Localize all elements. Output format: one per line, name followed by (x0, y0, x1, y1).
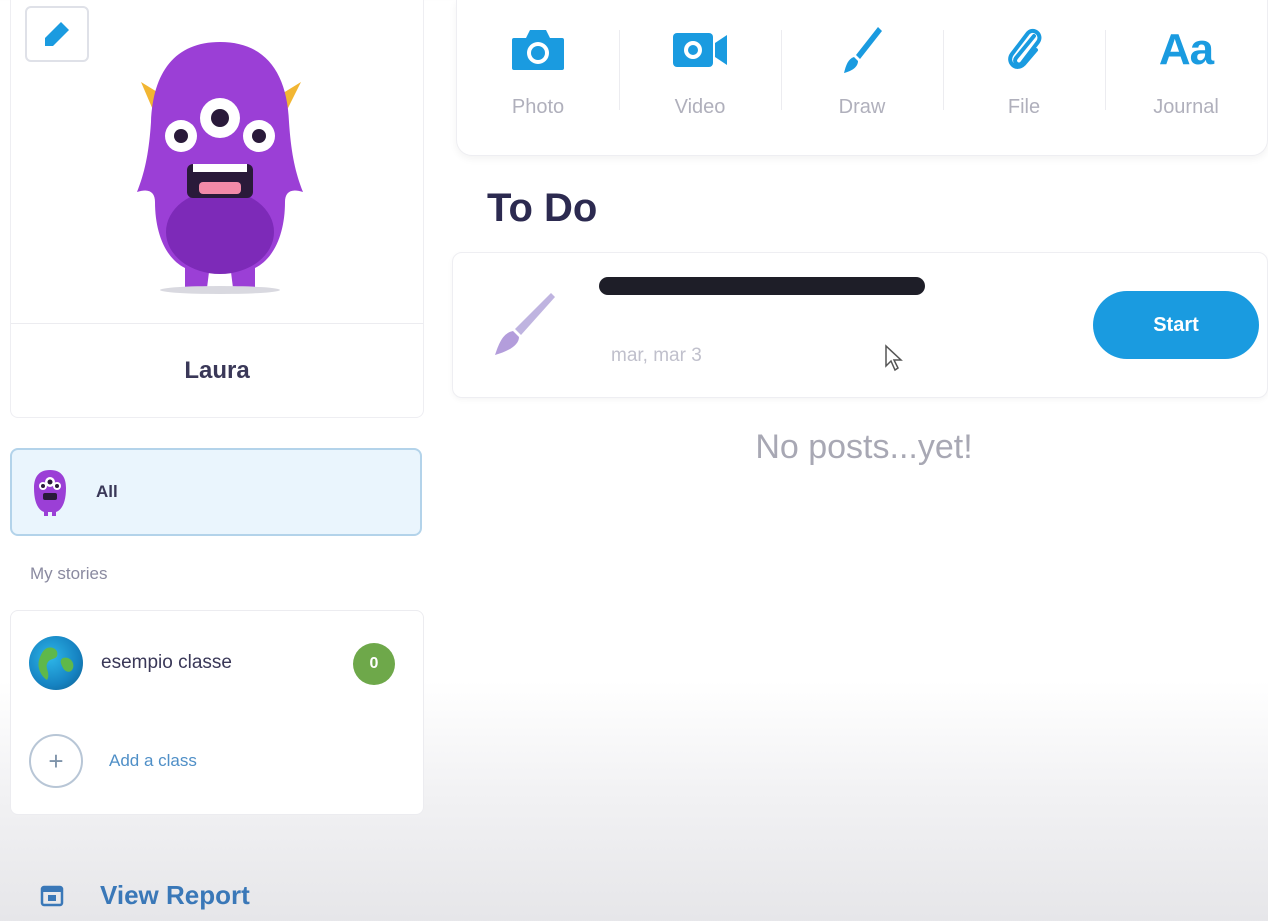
photo-tool-label: Photo (511, 96, 565, 118)
view-report-label: View Report (100, 879, 250, 910)
draw-tool-label: Draw (838, 96, 886, 118)
camera-icon (512, 30, 564, 70)
classes-list-card: esempio classe 0 + Add a class (10, 610, 424, 815)
purple-monster-avatar-small (34, 470, 66, 516)
journal-tool-label: Journal (1153, 96, 1219, 118)
video-camera-icon (673, 33, 727, 67)
photo-tool-button[interactable]: Photo (457, 0, 619, 155)
file-tool-label: File (1007, 96, 1041, 118)
text-icon: Aa (1158, 25, 1214, 74)
todo-activity-name-redacted (599, 277, 925, 295)
start-activity-button[interactable]: Start (1093, 291, 1259, 359)
journal-tool-button[interactable]: Aa Journal (1105, 0, 1267, 155)
draw-tool-button[interactable]: Draw (781, 0, 943, 155)
video-tool-label: Video (674, 96, 726, 118)
my-stories-heading: My stories (30, 564, 108, 583)
filter-all-label: All (96, 482, 118, 501)
calendar-icon (40, 885, 64, 907)
pencil-icon (45, 22, 69, 46)
plus-icon: + (29, 734, 83, 788)
purple-monster-avatar[interactable] (115, 32, 325, 294)
edit-avatar-button[interactable] (25, 6, 89, 62)
feed-empty-message: No posts...yet! (755, 428, 973, 466)
class-name: esempio classe (101, 652, 232, 673)
class-item[interactable]: esempio classe 0 (11, 627, 423, 699)
filter-all-stories[interactable]: All (10, 448, 422, 536)
add-class-label: Add a class (109, 751, 197, 770)
view-report-link[interactable]: View Report (40, 870, 250, 920)
globe-icon (29, 636, 83, 690)
student-profile-card: Laura (10, 0, 424, 418)
todo-heading: To Do (487, 186, 598, 230)
video-tool-button[interactable]: Video (619, 0, 781, 155)
add-class-button[interactable]: + Add a class (11, 731, 423, 791)
avatar-area (11, 0, 423, 324)
class-story-count-badge: 0 (353, 643, 395, 685)
file-tool-button[interactable]: File (943, 0, 1105, 155)
paperclip-icon (1008, 28, 1042, 69)
todo-due-date: mar, mar 3 (611, 345, 702, 366)
create-post-toolbar: Photo Video Draw File Aa Journal (456, 0, 1268, 156)
mouse-cursor-icon (885, 344, 903, 372)
paintbrush-icon (495, 293, 555, 355)
todo-item[interactable]: mar, mar 3 Start (452, 252, 1268, 398)
paintbrush-icon (844, 27, 882, 73)
student-name: Laura (184, 357, 250, 384)
